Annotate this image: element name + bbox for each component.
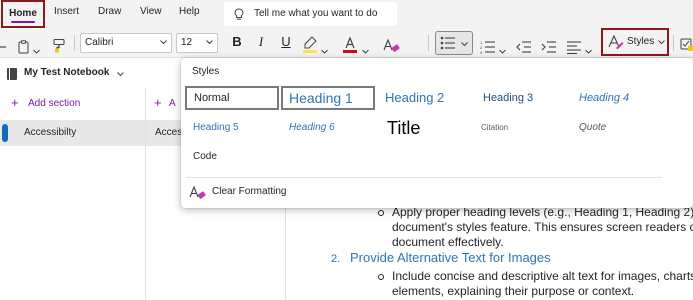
style-heading-5[interactable]: Heading 5 (193, 118, 239, 142)
highlighter-icon[interactable] (302, 34, 318, 56)
styles-button[interactable]: Styles (601, 28, 669, 56)
styles-popup-title: Styles (192, 66, 220, 77)
notebook-icon (7, 68, 17, 80)
bold-button[interactable]: B (229, 34, 245, 50)
list-number: 2. (331, 253, 341, 265)
chevron-down-icon (117, 72, 124, 77)
font-color-icon[interactable] (342, 34, 358, 56)
style-heading-2[interactable]: Heading 2 (385, 88, 444, 112)
styles-icon (608, 35, 624, 50)
tab-view-label: View (140, 6, 162, 17)
tab-insert-label: Insert (54, 6, 80, 17)
ribbon-tabs: Home Insert Draw View Help Tell me what … (0, 0, 693, 28)
style-heading-4[interactable]: Heading 4 (579, 88, 629, 112)
tab-home-label: Home (9, 8, 37, 19)
plus-icon: + (154, 95, 162, 110)
notebook-title: My Test Notebook (24, 67, 110, 78)
format-painter-icon[interactable] (52, 35, 66, 57)
add-section-button[interactable]: Add section (28, 98, 80, 109)
tell-me-search[interactable]: Tell me what you want to do (224, 2, 397, 26)
styles-gallery-popup: Styles Normal Heading 1 Heading 2 Headin… (181, 58, 693, 208)
chevron-down-icon (160, 40, 167, 45)
chevron-down-icon (461, 42, 468, 47)
section-item-accessibility[interactable]: Accessibilty (24, 127, 76, 138)
content-line: document's styles feature. This ensures … (392, 220, 693, 234)
tab-view[interactable]: View (140, 0, 162, 28)
content-line: Include concise and descriptive alt text… (392, 269, 693, 283)
toolbar-divider (74, 35, 75, 51)
tag-icon[interactable] (680, 34, 693, 56)
chevron-down-icon[interactable] (33, 41, 40, 63)
active-tab-indicator (11, 21, 35, 23)
align-icon[interactable] (566, 36, 582, 58)
clear-formatting-icon (189, 185, 206, 199)
bullet-marker (378, 274, 384, 280)
content-line: document effectively. (392, 235, 504, 249)
lightbulb-icon (234, 8, 244, 20)
style-code[interactable]: Code (193, 147, 217, 171)
style-heading-1[interactable]: Heading 1 (281, 86, 375, 110)
popup-divider (186, 177, 662, 178)
styles-button-label: Styles (627, 36, 655, 47)
style-citation[interactable]: Citation (481, 118, 508, 142)
tab-help-label: Help (179, 6, 200, 17)
font-name-value: Calibri (85, 37, 114, 48)
bullet-list-button[interactable] (435, 31, 473, 55)
style-title[interactable]: Title (387, 116, 420, 140)
add-page-button[interactable]: A (169, 98, 176, 109)
decrease-indent-icon[interactable] (516, 36, 532, 58)
paste-icon[interactable] (17, 36, 31, 58)
chevron-down-icon (206, 40, 213, 45)
section-color-marker (2, 124, 8, 142)
bullet-list-icon (440, 36, 455, 50)
chevron-down-icon (658, 40, 665, 45)
tab-draw[interactable]: Draw (98, 0, 121, 28)
bullet-marker (378, 210, 384, 216)
tell-me-text: Tell me what you want to do (254, 8, 378, 19)
underline-button[interactable]: U (278, 34, 294, 50)
undo-icon[interactable] (0, 36, 8, 58)
increase-indent-icon[interactable] (541, 36, 557, 58)
clear-formatting-button[interactable]: Clear Formatting (187, 182, 347, 202)
content-heading: Provide Alternative Text for Images (350, 250, 551, 265)
tab-help[interactable]: Help (179, 0, 200, 28)
style-quote[interactable]: Quote (579, 118, 606, 142)
tab-draw-label: Draw (98, 6, 122, 17)
clear-formatting-label: Clear Formatting (212, 186, 287, 197)
svg-text:3: 3 (480, 50, 483, 55)
font-size-dropdown[interactable]: 12 (176, 33, 218, 53)
style-heading-3[interactable]: Heading 3 (483, 88, 533, 112)
notebook-selector[interactable]: My Test Notebook (0, 62, 150, 86)
toolbar-divider (673, 35, 674, 51)
tab-home[interactable]: Home (1, 0, 45, 28)
numbered-list-icon[interactable]: 1 2 3 (480, 36, 496, 58)
nav-divider (145, 88, 146, 300)
clear-formatting-icon[interactable] (382, 35, 400, 57)
content-line: elements, explaining their purpose or co… (392, 284, 635, 298)
toolbar-divider (428, 35, 429, 51)
font-name-dropdown[interactable]: Calibri (80, 33, 172, 53)
style-heading-6[interactable]: Heading 6 (289, 118, 335, 142)
font-size-value: 12 (181, 37, 193, 48)
tab-insert[interactable]: Insert (54, 0, 79, 28)
style-normal[interactable]: Normal (185, 86, 279, 110)
ribbon-toolbar: Calibri 12 B I U 1 2 3 Styles (0, 28, 693, 58)
plus-icon: + (11, 95, 19, 110)
italic-button[interactable]: I (253, 34, 269, 50)
